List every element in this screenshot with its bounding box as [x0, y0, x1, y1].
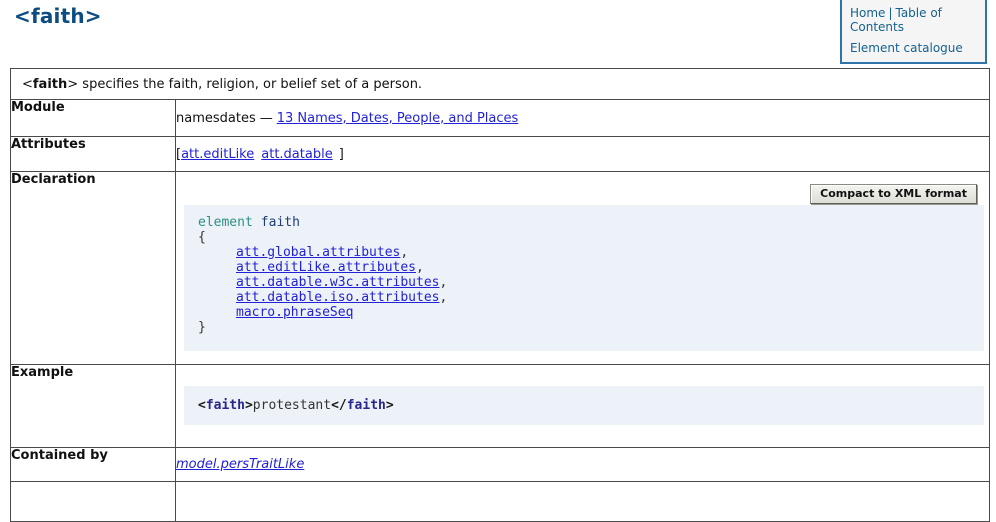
code-line: att.editLike.attributes,	[198, 260, 984, 275]
contained-by-value-cell: model.persTraitLike	[176, 448, 990, 482]
declaration-value-cell: Compact to XML format element faith { att…	[176, 172, 990, 365]
example-close-gt: >	[386, 398, 394, 413]
code-link-att-datable-iso-attributes[interactable]: att.datable.iso.attributes	[236, 290, 440, 305]
nav-separator: |	[888, 6, 892, 20]
code-comma: ,	[400, 245, 408, 260]
code-comma: ,	[416, 260, 424, 275]
example-close-punct: </	[331, 398, 347, 413]
code-close-brace: }	[198, 320, 984, 335]
code-line: att.datable.iso.attributes,	[198, 290, 984, 305]
code-comma: ,	[440, 275, 448, 290]
contained-by-link-model-perstraitlike[interactable]: model.persTraitLike	[176, 457, 304, 472]
code-open-brace: {	[198, 230, 984, 245]
code-line: att.datable.w3c.attributes,	[198, 275, 984, 290]
attributes-row: Attributes [att.editLikeatt.datable]	[11, 137, 990, 172]
declaration-label: Declaration	[11, 172, 176, 365]
description-text: specifies the faith, religion, or belief…	[78, 77, 422, 92]
compact-to-xml-button[interactable]: Compact to XML format	[810, 184, 977, 204]
example-value-cell: <faith>protestant</faith>	[176, 365, 990, 448]
example-row: Example <faith>protestant</faith>	[11, 365, 990, 448]
description-row: <faith> specifies the faith, religion, o…	[11, 69, 990, 100]
code-element-name: faith	[261, 215, 300, 230]
description-tag-close: >	[67, 77, 78, 92]
nav-link-element-catalogue[interactable]: Element catalogue	[850, 41, 963, 55]
example-open-gt: >	[245, 398, 253, 413]
nav-line-1: Home|Table of Contents	[850, 6, 979, 34]
nav-box: Home|Table of Contents Element catalogue	[840, 0, 987, 64]
description-tag-open: <	[22, 77, 33, 92]
description-cell: <faith> specifies the faith, religion, o…	[11, 69, 990, 100]
code-line: macro.phraseSeq	[198, 305, 984, 320]
code-link-att-datable-w3c-attributes[interactable]: att.datable.w3c.attributes	[236, 275, 440, 290]
contained-by-label: Contained by	[11, 448, 176, 482]
module-chapter-link[interactable]: 13 Names, Dates, People, and Places	[277, 111, 519, 126]
partial-bottom-row	[11, 482, 990, 522]
description-element-name: faith	[33, 77, 67, 92]
code-comma: ,	[440, 290, 448, 305]
module-value-cell: namesdates — 13 Names, Dates, People, and …	[176, 100, 990, 137]
attributes-label: Attributes	[11, 137, 176, 172]
code-line: att.global.attributes,	[198, 245, 984, 260]
module-dash: —	[260, 111, 273, 126]
partial-bottom-value-cell	[176, 482, 990, 522]
contained-by-row: Contained by model.persTraitLike	[11, 448, 990, 482]
example-content: protestant	[253, 398, 331, 413]
example-open-tag: faith	[206, 398, 245, 413]
declaration-code-block: element faith { att.global.attributes, at…	[184, 205, 984, 351]
example-code-block: <faith>protestant</faith>	[184, 386, 984, 425]
partial-bottom-label-cell	[11, 482, 176, 522]
code-link-macro-phraseseq[interactable]: macro.phraseSeq	[236, 305, 353, 320]
nav-link-home[interactable]: Home	[850, 6, 885, 20]
example-label: Example	[11, 365, 176, 448]
module-name: namesdates	[176, 111, 256, 126]
attributes-value-cell: [att.editLikeatt.datable]	[176, 137, 990, 172]
nav-line-2: Element catalogue	[850, 41, 979, 55]
module-label: Module	[11, 100, 176, 137]
attribute-link-att-editlike[interactable]: att.editLike	[181, 147, 254, 162]
code-link-att-editlike-attributes[interactable]: att.editLike.attributes	[236, 260, 416, 275]
module-row: Module namesdates — 13 Names, Dates, Peopl…	[11, 100, 990, 137]
element-spec-table: <faith> specifies the faith, religion, o…	[10, 68, 990, 522]
attributes-close-bracket: ]	[339, 147, 344, 162]
attribute-link-att-datable[interactable]: att.datable	[261, 147, 332, 162]
example-close-tag: faith	[347, 398, 386, 413]
declaration-row: Declaration Compact to XML format elemen…	[11, 172, 990, 365]
page-title: <faith>	[14, 4, 102, 28]
code-line-element: element faith	[198, 215, 984, 230]
example-open-punct: <	[198, 398, 206, 413]
code-keyword: element	[198, 215, 253, 230]
code-link-att-global-attributes[interactable]: att.global.attributes	[236, 245, 400, 260]
